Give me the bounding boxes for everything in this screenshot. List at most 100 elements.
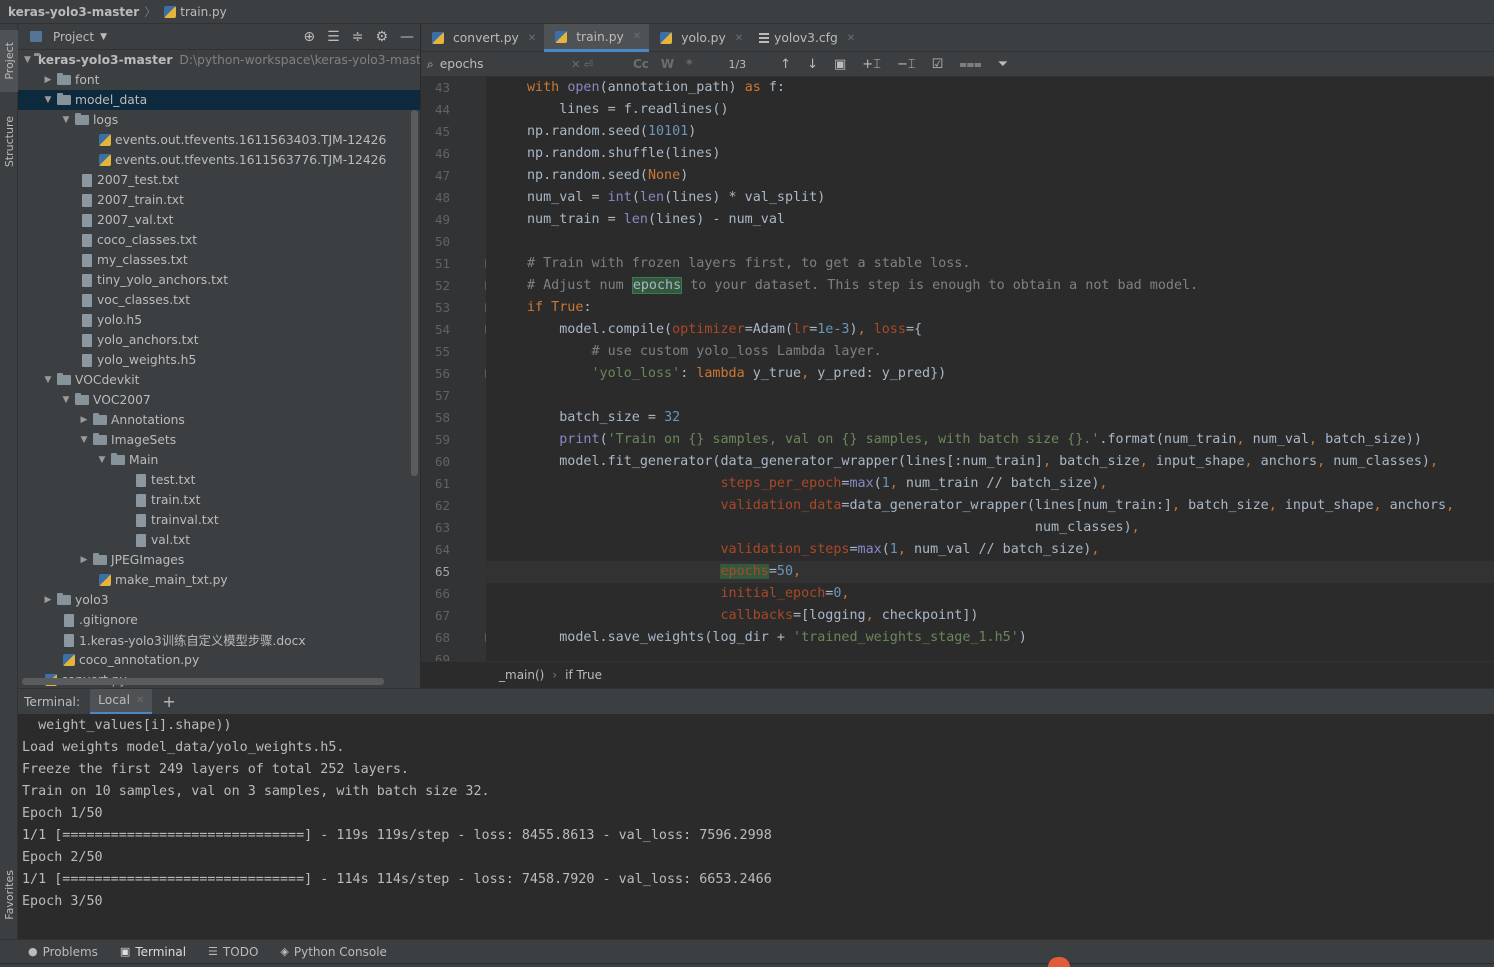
close-icon[interactable]: ✕ xyxy=(633,31,641,42)
tree-item[interactable]: ▼ Main xyxy=(18,450,420,470)
editor-tab[interactable]: yolo.py ✕ xyxy=(649,24,751,52)
tree-item[interactable]: ▼ VOC2007 xyxy=(18,390,420,410)
chevron-down-icon[interactable]: ▼ xyxy=(60,115,72,125)
tree-item[interactable]: yolo_weights.h5 xyxy=(18,350,420,370)
bottom-tab[interactable]: ● Problems xyxy=(28,945,98,959)
terminal-line: Train on 10 samples, val on 3 samples, w… xyxy=(22,784,490,799)
terminal-line: 1/1 [==============================] - 1… xyxy=(22,872,772,887)
add-occurrence-icon[interactable]: +⌶ xyxy=(862,57,881,72)
locate-icon[interactable]: ⊕ xyxy=(303,29,315,45)
expand-all-icon[interactable]: ☰ xyxy=(327,29,340,45)
bottom-tab[interactable]: ▣ Terminal xyxy=(120,945,186,959)
gear-icon[interactable]: ⚙ xyxy=(375,29,388,45)
close-icon[interactable]: ✕ xyxy=(528,33,536,44)
chevron-down-icon[interactable]: ▼ xyxy=(78,435,90,445)
chevron-down-icon[interactable]: ▼ xyxy=(60,395,72,405)
chevron-down-icon[interactable]: ▼ xyxy=(96,455,108,465)
tree-item[interactable]: train.txt xyxy=(18,490,420,510)
line-number: 69 xyxy=(434,652,450,661)
terminal-tab-label: Local xyxy=(98,693,130,707)
next-occurrence-icon[interactable]: ↓ xyxy=(807,57,818,72)
remove-occurrence-icon[interactable]: −⌶ xyxy=(897,57,916,72)
line-number: 64 xyxy=(434,542,450,557)
chevron-right-icon[interactable]: ▶ xyxy=(42,595,54,605)
line-number: 59 xyxy=(434,432,450,447)
tree-vertical-scrollbar[interactable] xyxy=(411,110,418,476)
select-all-matches-icon[interactable]: ☑ xyxy=(932,57,944,72)
filter-icon[interactable]: ⏷ xyxy=(998,57,1008,72)
tree-item[interactable]: 1.keras-yolo3训练自定义模型步骤.docx xyxy=(18,630,420,650)
tree-item[interactable]: events.out.tfevents.1611563776.TJM-12426 xyxy=(18,150,420,170)
tree-item-label: 1.keras-yolo3训练自定义模型步骤.docx xyxy=(79,634,306,648)
project-panel-title[interactable]: Project xyxy=(53,30,94,44)
editor-tab[interactable]: yolov3.cfg ✕ xyxy=(751,24,863,52)
tree-item[interactable]: yolo.h5 xyxy=(18,310,420,330)
add-terminal-icon[interactable]: + xyxy=(162,692,175,711)
tree-item-label: yolo_anchors.txt xyxy=(97,333,199,347)
select-all-occurrences-icon[interactable]: ▣ xyxy=(834,57,846,72)
chevron-down-icon[interactable]: ▼ xyxy=(100,32,107,42)
previous-occurrence-icon[interactable]: ↑ xyxy=(780,57,791,72)
tree-item[interactable]: coco_classes.txt xyxy=(18,230,420,250)
project-tool-tab[interactable]: Project xyxy=(0,30,18,92)
tree-item[interactable]: voc_classes.txt xyxy=(18,290,420,310)
tree-horizontal-scrollbar[interactable] xyxy=(22,678,384,685)
editor-tab[interactable]: convert.py ✕ xyxy=(421,24,544,52)
tree-item[interactable]: val.txt xyxy=(18,530,420,550)
search-input[interactable] xyxy=(439,57,560,71)
match-case-toggle[interactable]: Cc xyxy=(633,57,649,71)
tree-item[interactable]: 2007_test.txt xyxy=(18,170,420,190)
in-selection-icon[interactable]: ⩶ xyxy=(959,57,981,72)
tree-item[interactable]: ▼ keras-yolo3-master D:\python-workspace\k… xyxy=(18,50,420,70)
chevron-right-icon[interactable]: ▶ xyxy=(78,415,90,425)
tree-item[interactable]: ▶ font xyxy=(18,70,420,90)
editor-tab-label: train.py xyxy=(576,29,624,44)
chevron-right-icon[interactable]: ▶ xyxy=(78,555,90,565)
chevron-down-icon[interactable]: ▼ xyxy=(42,95,54,105)
close-icon[interactable]: ✕ xyxy=(136,695,144,706)
tree-item[interactable]: ▶ yolo3 xyxy=(18,590,420,610)
tree-item[interactable]: yolo_anchors.txt xyxy=(18,330,420,350)
favorites-tool-tab[interactable]: Favorites xyxy=(0,854,18,936)
tree-item[interactable]: my_classes.txt xyxy=(18,250,420,270)
breadcrumb-file[interactable]: train.py xyxy=(180,5,226,19)
project-panel: Project ▼ ⊕ ☰ ≑ ⚙ — ▼ keras-yolo3-master D… xyxy=(18,24,420,688)
tree-item[interactable]: test.txt xyxy=(18,470,420,490)
tree-item[interactable]: trainval.txt xyxy=(18,510,420,530)
terminal-output[interactable]: weight_values[i].shape)) Load weights mod… xyxy=(18,714,1494,939)
close-icon[interactable]: ✕ xyxy=(847,33,855,44)
tree-item[interactable]: 2007_train.txt xyxy=(18,190,420,210)
close-icon[interactable]: ✕ xyxy=(735,33,743,44)
tree-item[interactable]: ▶ Annotations xyxy=(18,410,420,430)
bottom-tab[interactable]: ☰ TODO xyxy=(208,945,258,959)
chevron-right-icon[interactable]: ▶ xyxy=(42,75,54,85)
tree-item[interactable]: ▶ JPEGImages xyxy=(18,550,420,570)
tree-item[interactable]: events.out.tfevents.1611563403.TJM-12426 xyxy=(18,130,420,150)
chevron-down-icon[interactable]: ▼ xyxy=(24,55,31,65)
terminal-tab-local[interactable]: Local ✕ xyxy=(90,688,153,715)
tree-item[interactable]: .gitignore xyxy=(18,610,420,630)
tree-item[interactable]: coco_annotation.py xyxy=(18,650,420,670)
minimize-icon[interactable]: — xyxy=(400,29,414,45)
tree-item[interactable]: tiny_yolo_anchors.txt xyxy=(18,270,420,290)
tree-item[interactable]: ▼ logs xyxy=(18,110,420,130)
bottom-tab[interactable]: ◈ Python Console xyxy=(280,945,387,959)
structure-tool-tab[interactable]: Structure xyxy=(0,102,18,182)
tree-item[interactable]: ▼ ImageSets xyxy=(18,430,420,450)
collapse-all-icon[interactable]: ≑ xyxy=(352,29,364,45)
editor-tab[interactable]: train.py ✕ xyxy=(544,24,650,52)
breadcrumb-function[interactable]: _main() xyxy=(499,668,544,682)
tree-item[interactable]: make_main_txt.py xyxy=(18,570,420,590)
tree-item[interactable]: ▼ VOCdevkit xyxy=(18,370,420,390)
tree-item[interactable]: 2007_val.txt xyxy=(18,210,420,230)
clear-icon[interactable]: ✕ ⏎ xyxy=(571,58,593,71)
words-toggle[interactable]: W xyxy=(661,57,674,71)
tree-item[interactable]: ▼ model_data xyxy=(18,90,420,110)
code-area[interactable]: with open(annotation_path) as f: lines =… xyxy=(486,77,1494,661)
regex-toggle[interactable]: * xyxy=(686,57,692,71)
chevron-down-icon[interactable]: ▼ xyxy=(42,375,54,385)
folder-icon xyxy=(111,453,125,465)
terminal-header: Terminal: Local ✕ + xyxy=(18,688,1494,715)
breadcrumb-block[interactable]: if True xyxy=(565,668,602,682)
breadcrumb-project[interactable]: keras-yolo3-master xyxy=(8,5,139,19)
